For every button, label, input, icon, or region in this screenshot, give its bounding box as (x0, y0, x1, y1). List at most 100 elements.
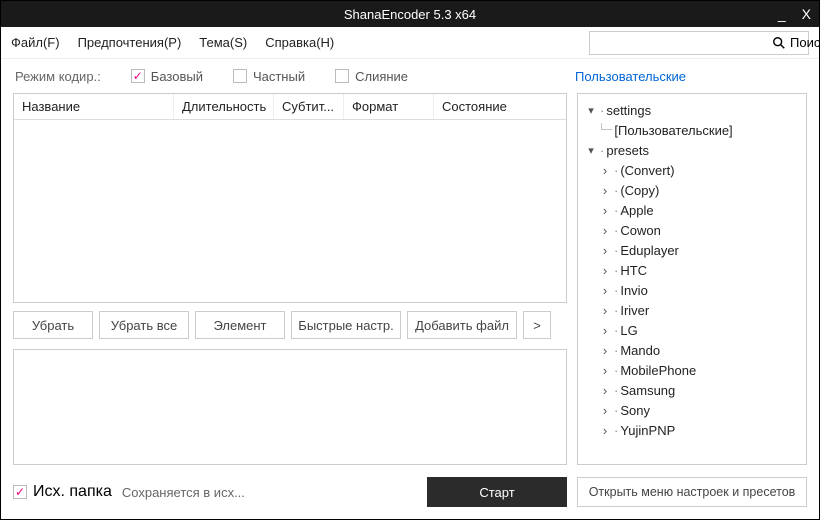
mode-merge-checkbox[interactable]: Слияние (335, 69, 408, 84)
col-status[interactable]: Состояние (434, 94, 566, 119)
chevron-right-icon (598, 163, 612, 178)
table-header: Название Длительность Субтит... Формат С… (14, 94, 566, 120)
tree-label: Mando (620, 343, 660, 358)
chevron-right-icon (598, 403, 612, 418)
mode-private-checkbox[interactable]: Частный (233, 69, 305, 84)
tree-label: (Convert) (620, 163, 674, 178)
start-button[interactable]: Старт (427, 477, 567, 507)
right-pane: · settings └─[Пользовательские] · preset… (577, 93, 807, 507)
menu-file[interactable]: Файл(F) (11, 35, 60, 50)
add-file-button[interactable]: Добавить файл (407, 311, 517, 339)
table-body[interactable] (14, 120, 566, 302)
col-duration[interactable]: Длительность (174, 94, 274, 119)
tree-item[interactable]: ·HTC (584, 260, 800, 280)
bottom-row: ✓ Исх. папка Сохраняется в исх... Старт (13, 477, 567, 507)
tree-label: Iriver (620, 303, 649, 318)
tree-item[interactable]: ·YujinPNP (584, 420, 800, 440)
search-button[interactable]: Поиск (772, 35, 820, 50)
tree-item[interactable]: ·Iriver (584, 300, 800, 320)
window-controls: _ X (778, 1, 811, 27)
content: Название Длительность Субтит... Формат С… (1, 93, 819, 519)
minimize-button[interactable]: _ (778, 6, 786, 22)
titlebar: ShanaEncoder 5.3 x64 _ X (1, 1, 819, 27)
tree-label: Sony (620, 403, 650, 418)
tree-label: MobilePhone (620, 363, 696, 378)
chevron-right-icon (598, 203, 612, 218)
element-button[interactable]: Элемент (195, 311, 285, 339)
tree-label: Apple (620, 203, 653, 218)
open-presets-button[interactable]: Открыть меню настроек и пресетов (577, 477, 807, 507)
tree-item[interactable]: ·MobilePhone (584, 360, 800, 380)
tree-node-settings[interactable]: · settings (584, 100, 800, 120)
mode-private-label: Частный (253, 69, 305, 84)
col-subtitle[interactable]: Субтит... (274, 94, 344, 119)
chevron-right-icon (598, 183, 612, 198)
chevron-right-icon (598, 423, 612, 438)
file-table: Название Длительность Субтит... Формат С… (13, 93, 567, 303)
tree-item[interactable]: ·Mando (584, 340, 800, 360)
chevron-right-icon (598, 323, 612, 338)
menu-preferences[interactable]: Предпочтения(P) (78, 35, 182, 50)
mode-basic-checkbox[interactable]: ✓ Базовый (131, 69, 203, 84)
chevron-right-icon (598, 223, 612, 238)
menubar: Файл(F) Предпочтения(P) Тема(S) Справка(… (1, 27, 819, 59)
modebar: Режим кодир.: ✓ Базовый Частный Слияние … (1, 59, 819, 93)
chevron-right-icon (598, 383, 612, 398)
tree-node-presets[interactable]: · presets (584, 140, 800, 160)
remove-button[interactable]: Убрать (13, 311, 93, 339)
tree-label: presets (606, 143, 649, 158)
action-buttons: Убрать Убрать все Элемент Быстрые настр.… (13, 311, 567, 339)
tree-item[interactable]: ·(Copy) (584, 180, 800, 200)
tree-label: Eduplayer (620, 243, 679, 258)
menu-help[interactable]: Справка(H) (265, 35, 334, 50)
log-area[interactable] (13, 349, 567, 465)
mode-merge-label: Слияние (355, 69, 408, 84)
tree-label: Samsung (620, 383, 675, 398)
chevron-right-icon (598, 243, 612, 258)
chevron-right-icon (598, 283, 612, 298)
tree-label: Invio (620, 283, 647, 298)
tree-item[interactable]: ·Cowon (584, 220, 800, 240)
tree-item[interactable]: ·Eduplayer (584, 240, 800, 260)
chevron-right-icon (598, 263, 612, 278)
tree-item[interactable]: ·Invio (584, 280, 800, 300)
search-input[interactable] (596, 35, 772, 50)
tree-item[interactable]: ·Samsung (584, 380, 800, 400)
remove-all-button[interactable]: Убрать все (99, 311, 189, 339)
col-name[interactable]: Название (14, 94, 174, 119)
tree-item[interactable]: ·Sony (584, 400, 800, 420)
app-window: ShanaEncoder 5.3 x64 _ X Файл(F) Предпоч… (0, 0, 820, 520)
checkbox-icon (233, 69, 247, 83)
check-icon: ✓ (131, 69, 145, 83)
tree-label: settings (606, 103, 651, 118)
chevron-down-icon (584, 144, 598, 157)
checkbox-icon (335, 69, 349, 83)
presets-tree: · settings └─[Пользовательские] · preset… (577, 93, 807, 465)
tree-item[interactable]: ·Apple (584, 200, 800, 220)
chevron-right-icon (598, 343, 612, 358)
mode-label: Режим кодир.: (15, 69, 101, 84)
tree-label: LG (620, 323, 637, 338)
check-icon: ✓ (13, 485, 27, 499)
source-folder-checkbox[interactable]: ✓ Исх. папка (13, 483, 112, 501)
tree-label: [Пользовательские] (614, 123, 732, 138)
more-button[interactable]: > (523, 311, 551, 339)
close-button[interactable]: X (802, 6, 811, 22)
search-box: Поиск (589, 31, 809, 55)
user-presets-heading[interactable]: Пользовательские (575, 69, 805, 84)
tree-item[interactable]: ·LG (584, 320, 800, 340)
tree-item[interactable]: ·(Convert) (584, 160, 800, 180)
col-format[interactable]: Формат (344, 94, 434, 119)
save-path-hint[interactable]: Сохраняется в исх... (122, 485, 417, 500)
source-folder-label: Исх. папка (33, 483, 112, 501)
menu-theme[interactable]: Тема(S) (199, 35, 247, 50)
tree-label: (Copy) (620, 183, 659, 198)
chevron-right-icon (598, 363, 612, 378)
tree-label: Cowon (620, 223, 660, 238)
left-pane: Название Длительность Субтит... Формат С… (13, 93, 567, 507)
tree-label: HTC (620, 263, 647, 278)
search-icon (772, 36, 786, 50)
tree-item[interactable]: └─[Пользовательские] (584, 120, 800, 140)
tree-label: YujinPNP (620, 423, 675, 438)
quick-settings-button[interactable]: Быстрые настр. (291, 311, 401, 339)
